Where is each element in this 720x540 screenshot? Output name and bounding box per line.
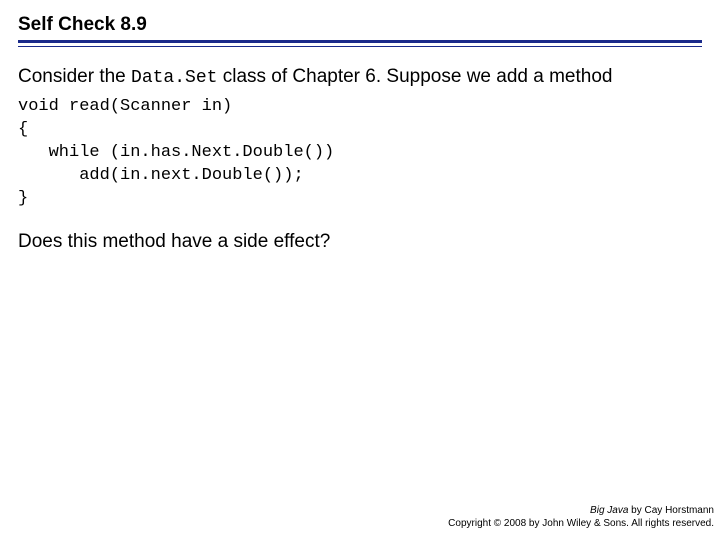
title-rule — [18, 40, 702, 47]
footer-copyright: Copyright © 2008 by John Wiley & Sons. A… — [448, 517, 714, 530]
footer: Big Java by Cay Horstmann Copyright © 20… — [448, 504, 714, 530]
question-text: Does this method have a side effect? — [18, 231, 702, 253]
slide-title: Self Check 8.9 — [18, 14, 702, 36]
footer-book: Big Java — [590, 505, 628, 516]
code-block: void read(Scanner in) { while (in.has.Ne… — [18, 96, 702, 211]
slide-content: Self Check 8.9 Consider the Data.Set cla… — [0, 0, 720, 253]
intro-after: class of Chapter 6. Suppose we add a met… — [217, 66, 612, 87]
footer-author: by Cay Horstmann — [628, 505, 714, 516]
footer-line1: Big Java by Cay Horstmann — [448, 504, 714, 517]
intro-before: Consider the — [18, 66, 131, 87]
intro-text: Consider the Data.Set class of Chapter 6… — [18, 65, 702, 90]
intro-code: Data.Set — [131, 68, 217, 88]
